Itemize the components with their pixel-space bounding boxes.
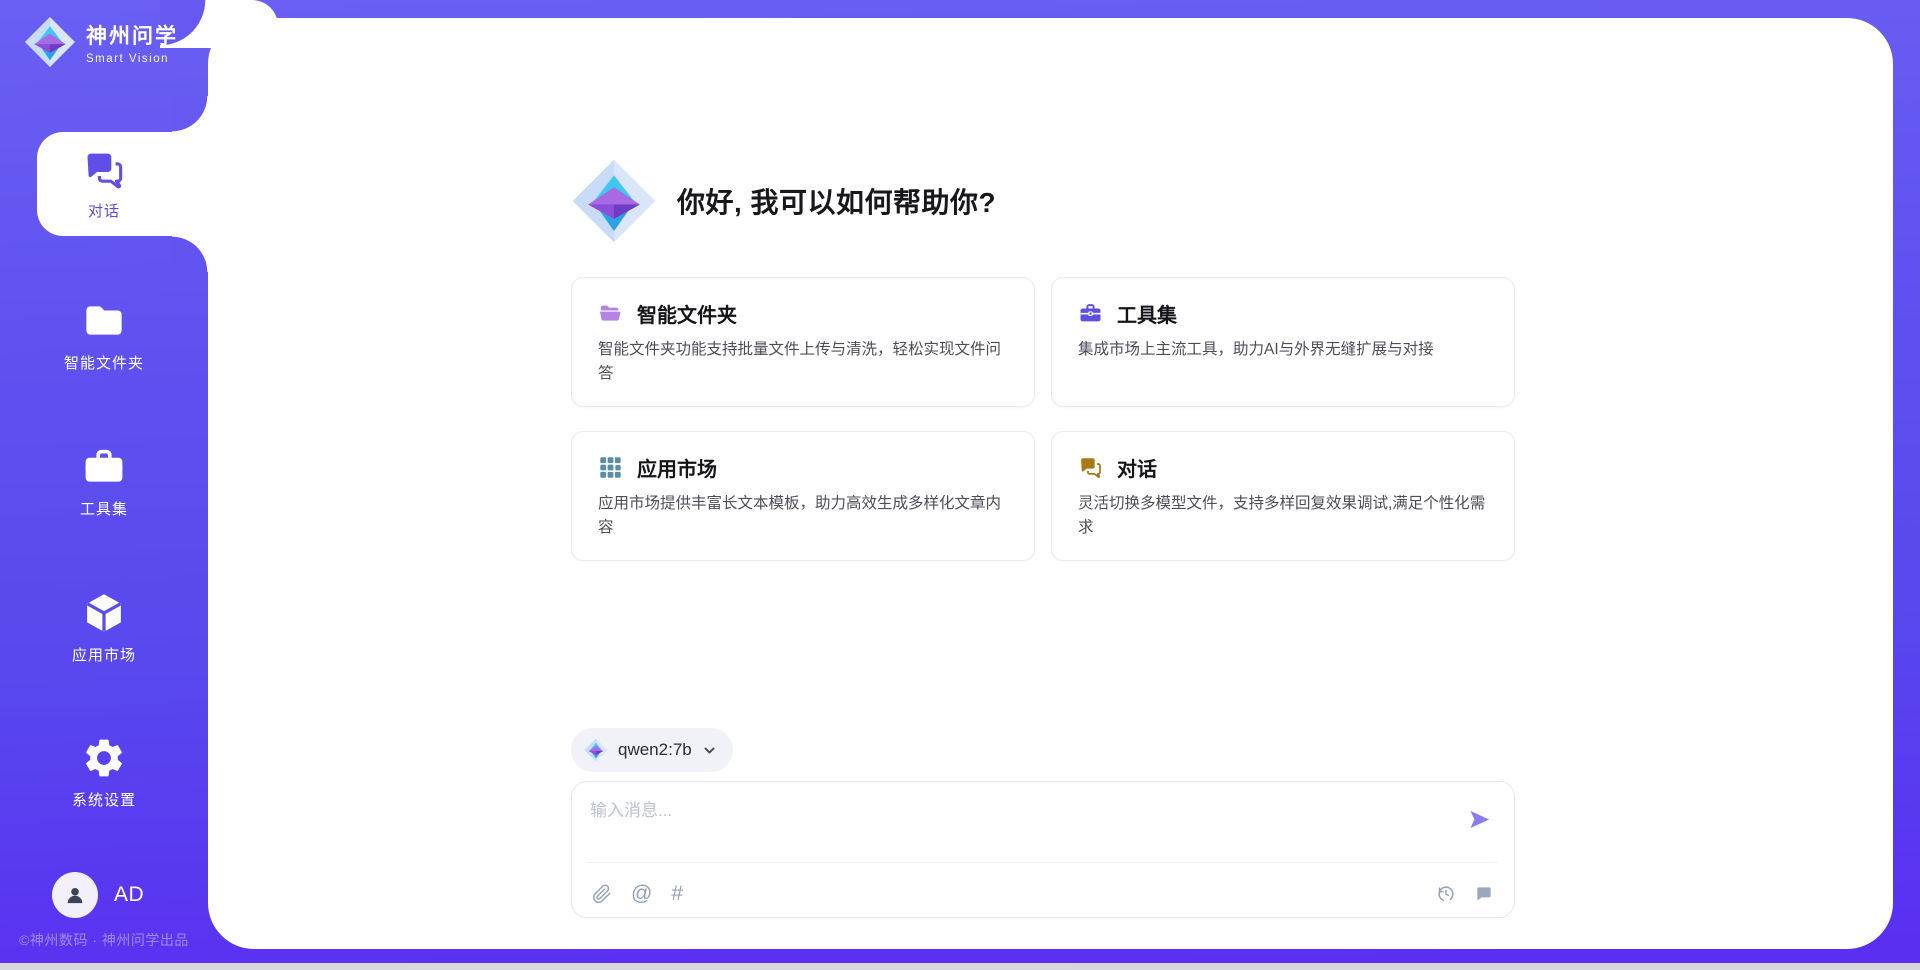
model-selector[interactable]: qwen2:7b <box>571 728 733 772</box>
at-icon: @ <box>631 882 652 905</box>
sidebar-item-smart-folder[interactable]: 智能文件夹 <box>0 298 208 373</box>
sidebar-item-chat[interactable]: 对话 <box>0 148 208 221</box>
person-icon <box>62 882 88 908</box>
chat-bubble-icon <box>1474 884 1494 904</box>
card-description: 智能文件夹功能支持批量文件上传与清洗，轻松实现文件问答 <box>598 338 1008 386</box>
history-button[interactable] <box>1436 884 1456 904</box>
topic-button[interactable]: # <box>671 884 683 904</box>
sidebar-item-label: 工具集 <box>80 498 128 519</box>
card-description: 应用市场提供丰富长文本模板，助力高效生成多样化文章内容 <box>598 492 1008 540</box>
model-name: qwen2:7b <box>618 740 692 760</box>
send-icon[interactable] <box>1466 806 1493 833</box>
composer-tools-left: @ # <box>592 884 683 904</box>
card-title: 对话 <box>1117 453 1157 482</box>
folder-icon <box>81 298 127 344</box>
app-logo: 神州问学 Smart Vision <box>24 16 178 68</box>
chat-icon <box>82 148 126 192</box>
model-logo-icon <box>584 738 608 762</box>
chevron-down-icon <box>702 743 717 758</box>
history-icon <box>1436 884 1456 904</box>
app-logo-diamond-icon <box>24 16 76 68</box>
copyright-footer: ©神州数码 · 神州问学出品 <box>0 930 208 950</box>
main-content: 你好, 我可以如何帮助你? 智能文件夹 智能文件夹功能支持批量文件上传与清洗，轻… <box>571 18 1515 918</box>
user-profile[interactable]: AD <box>52 872 144 918</box>
mention-button[interactable]: @ <box>631 884 652 904</box>
hash-icon: # <box>671 882 683 905</box>
user-name: AD <box>114 883 144 907</box>
greeting: 你好, 我可以如何帮助你? <box>571 158 1515 244</box>
sidebar-item-label: 应用市场 <box>72 644 136 665</box>
message-input[interactable] <box>590 796 1402 852</box>
app-subtitle: Smart Vision <box>86 53 178 65</box>
card-description: 集成市场上主流工具，助力AI与外界无缝扩展与对接 <box>1078 338 1488 362</box>
card-smart-folder[interactable]: 智能文件夹 智能文件夹功能支持批量文件上传与清洗，轻松实现文件问答 <box>571 277 1035 407</box>
briefcase-icon <box>1078 301 1103 326</box>
sidebar-item-toolset[interactable]: 工具集 <box>0 444 208 519</box>
app-name: 神州问学 <box>86 20 178 50</box>
feature-cards: 智能文件夹 智能文件夹功能支持批量文件上传与清洗，轻松实现文件问答 工具集 集成… <box>571 277 1515 561</box>
cube-icon <box>81 590 127 636</box>
card-app-market[interactable]: 应用市场 应用市场提供丰富长文本模板，助力高效生成多样化文章内容 <box>571 431 1035 561</box>
gear-icon <box>81 735 127 781</box>
composer-tools-right <box>1436 884 1494 904</box>
chat-icon <box>1078 455 1103 480</box>
tab-fillet-top <box>172 96 208 132</box>
attach-button[interactable] <box>592 884 612 904</box>
message-composer: @ # <box>571 781 1515 918</box>
horizontal-scrollbar[interactable] <box>0 963 1920 970</box>
grid-icon <box>598 455 623 480</box>
card-title: 应用市场 <box>637 453 717 482</box>
conversation-button[interactable] <box>1474 884 1494 904</box>
sidebar-item-label: 系统设置 <box>72 789 136 810</box>
folder-icon <box>598 301 623 326</box>
sidebar-item-settings[interactable]: 系统设置 <box>0 735 208 810</box>
card-toolset[interactable]: 工具集 集成市场上主流工具，助力AI与外界无缝扩展与对接 <box>1051 277 1515 407</box>
sidebar: 神州问学 Smart Vision 对话 智能文件夹 工具集 应用市场 系统设置… <box>0 0 208 970</box>
card-description: 灵活切换多模型文件，支持多样回复效果调试,满足个性化需求 <box>1078 492 1488 540</box>
greeting-title: 你好, 我可以如何帮助你? <box>677 181 996 221</box>
composer-divider <box>588 862 1498 863</box>
paperclip-icon <box>592 884 612 904</box>
card-title: 智能文件夹 <box>637 299 737 328</box>
card-title: 工具集 <box>1117 299 1177 328</box>
sidebar-item-label: 智能文件夹 <box>64 352 144 373</box>
briefcase-icon <box>81 444 127 490</box>
sidebar-item-app-market[interactable]: 应用市场 <box>0 590 208 665</box>
sidebar-item-label: 对话 <box>88 200 120 221</box>
greeting-diamond-icon <box>571 158 657 244</box>
card-chat[interactable]: 对话 灵活切换多模型文件，支持多样回复效果调试,满足个性化需求 <box>1051 431 1515 561</box>
tab-fillet-bottom <box>172 236 208 272</box>
avatar <box>52 872 98 918</box>
